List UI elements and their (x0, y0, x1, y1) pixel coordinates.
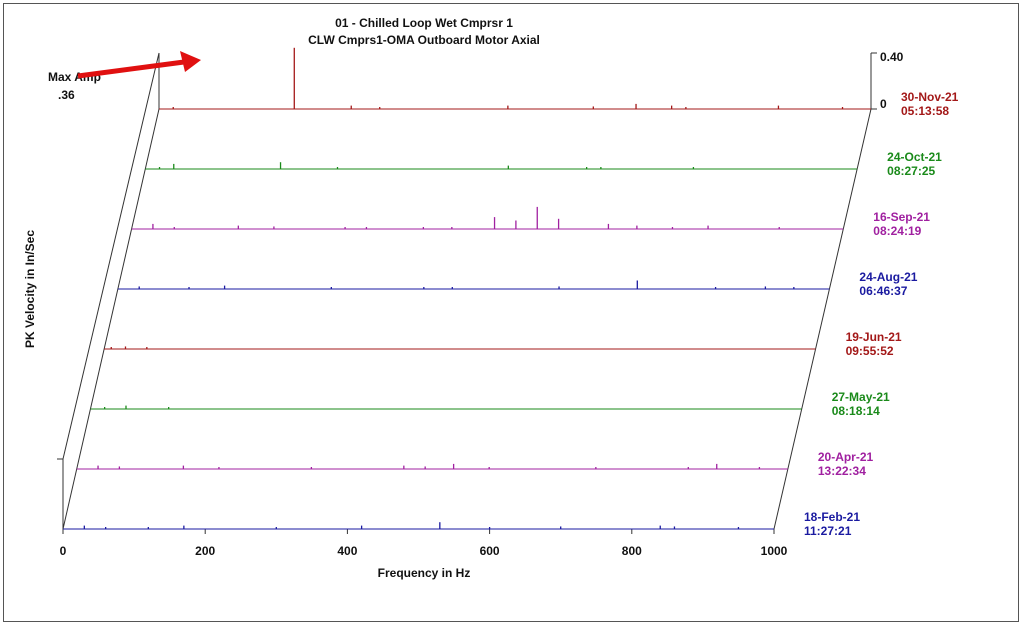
series-date-label: 19-Jun-21 (846, 330, 902, 344)
series-27-May-21 (90, 405, 802, 410)
series-19-Jun-21 (104, 346, 816, 350)
chart-axes (57, 52, 877, 534)
x-tick-label: 600 (480, 544, 500, 558)
series-20-Apr-21 (76, 463, 788, 470)
series-24-Aug-21 (117, 280, 830, 290)
series-time-label: 09:55:52 (846, 344, 894, 358)
chart-frame: 01 - Chilled Loop Wet Cmprsr 1 CLW Cmprs… (3, 3, 1019, 622)
depth-axis-left (62, 108, 160, 530)
amp-tick-top: 0.40 (880, 50, 904, 64)
series-24-Oct-21 (145, 162, 858, 170)
series-18-Feb-21 (63, 522, 774, 530)
series-date-label: 20-Apr-21 (818, 450, 874, 464)
series-time-label: 05:13:58 (901, 104, 949, 118)
series-date-label: 27-May-21 (832, 390, 890, 404)
series-time-label: 08:27:25 (887, 164, 935, 178)
series-date-label: 24-Aug-21 (859, 270, 917, 284)
x-tick-label: 400 (337, 544, 357, 558)
depth-axis-top (62, 52, 160, 460)
x-tick-label: 1000 (761, 544, 788, 558)
x-tick-label: 0 (60, 544, 67, 558)
labels-layer: 01 - Chilled Loop Wet Cmprsr 1 CLW Cmprs… (23, 16, 959, 580)
series-time-label: 11:27:21 (804, 524, 852, 538)
waterfall-chart: 01 - Chilled Loop Wet Cmprsr 1 CLW Cmprs… (23, 16, 959, 580)
series-date-label: 16-Sep-21 (873, 210, 930, 224)
series-date-label: 24-Oct-21 (887, 150, 942, 164)
series-30-Nov-21 (159, 47, 871, 110)
y-axis-label: PK Velocity in In/Sec (23, 230, 37, 348)
amp-tick-zero: 0 (880, 97, 887, 111)
series-16-Sep-21 (131, 206, 844, 230)
series-time-label: 08:18:14 (832, 404, 880, 418)
series-date-label: 30-Nov-21 (901, 90, 959, 104)
series-date-label: 18-Feb-21 (804, 510, 860, 524)
x-tick-label: 800 (622, 544, 642, 558)
series-time-label: 13:22:34 (818, 464, 866, 478)
max-amp-arrow (77, 51, 201, 79)
series-time-label: 08:24:19 (873, 224, 921, 238)
x-tick-label: 200 (195, 544, 215, 558)
x-axis-label: Frequency in Hz (378, 566, 471, 580)
series-time-label: 06:46:37 (859, 284, 907, 298)
chart-subtitle: CLW Cmprs1-OMA Outboard Motor Axial (308, 33, 540, 47)
chart-title: 01 - Chilled Loop Wet Cmprsr 1 (335, 16, 513, 30)
series-layer (63, 47, 871, 530)
max-amp-value: .36 (58, 88, 75, 102)
